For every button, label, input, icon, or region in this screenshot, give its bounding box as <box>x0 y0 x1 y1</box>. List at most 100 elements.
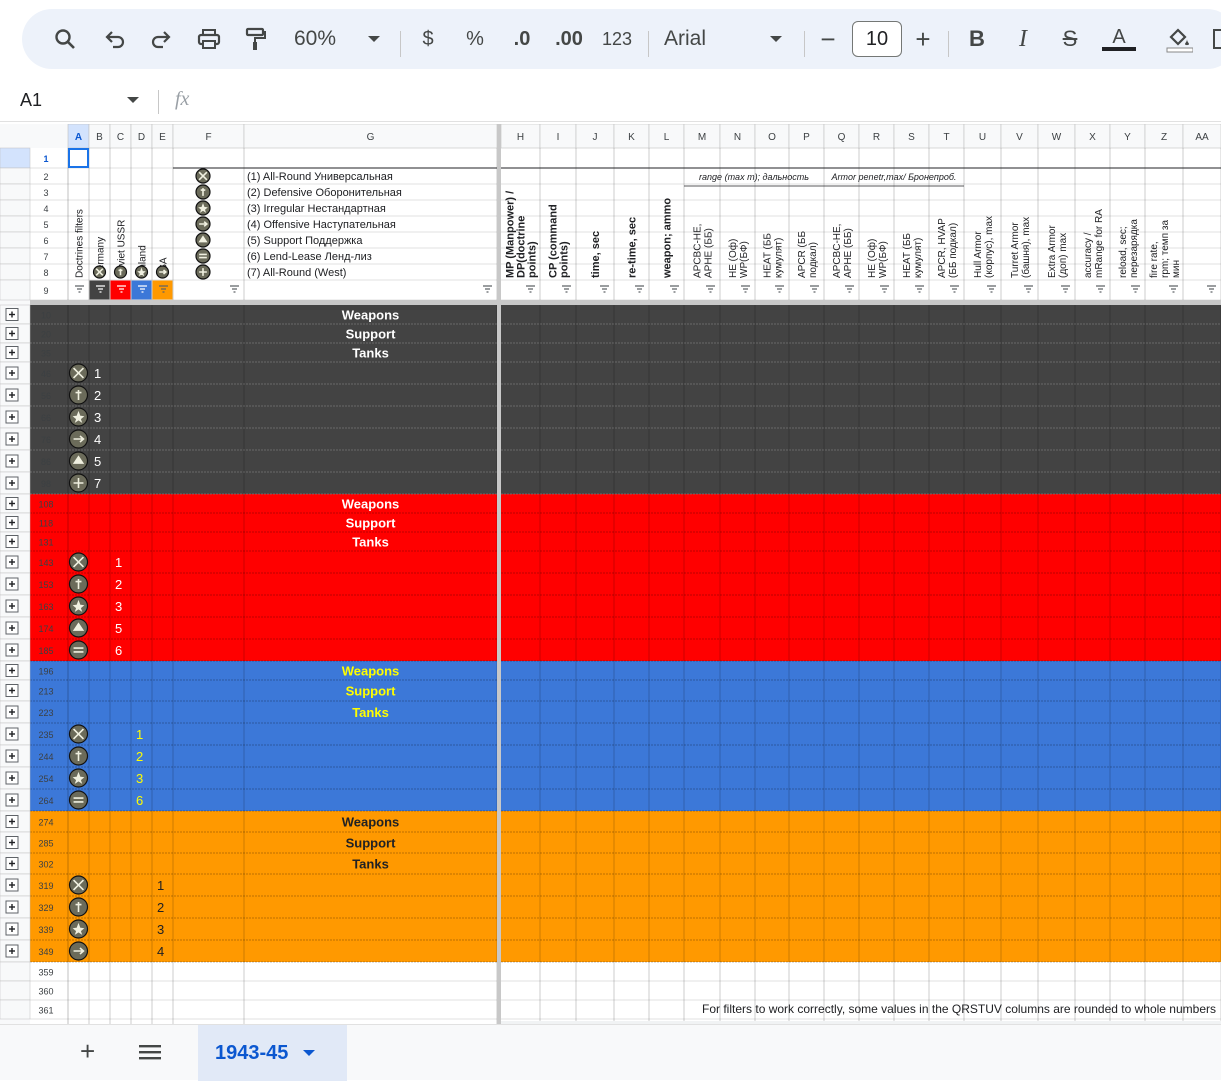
doctrine-icon-4 <box>155 265 170 279</box>
vertical-header-X: mRange for RA <box>1094 209 1105 278</box>
doctrine-icon-5 <box>195 232 211 248</box>
vertical-header-X: accuracy / <box>1083 232 1094 278</box>
selected-cell-a1[interactable] <box>68 148 89 168</box>
undo-icon[interactable] <box>100 9 130 69</box>
increase-font-size-button[interactable]: + <box>909 9 937 69</box>
doctrine-label-5: (5) Support Поддержка <box>247 235 363 247</box>
doctrine-label-1: (1) All-Round Универсальная <box>247 171 393 183</box>
doctrine-number: 2 <box>157 900 164 915</box>
row-header-361[interactable] <box>0 999 31 1020</box>
doctrine-number: 3 <box>115 599 122 614</box>
vertical-header-T: (ББ подкал) <box>948 223 959 278</box>
borders-icon[interactable] <box>1210 9 1221 69</box>
vertical-header-J: time, sec <box>590 231 602 278</box>
add-sheet-button[interactable]: + <box>80 1038 95 1064</box>
vertical-header-I: points) <box>559 241 571 278</box>
sheet-tab-1943-45[interactable]: 1943-45 <box>198 1025 347 1081</box>
currency-format-button[interactable]: $ <box>414 9 442 69</box>
vertical-header-O: HEAT (ББ <box>763 233 774 278</box>
column-header-label-O: O <box>768 132 776 143</box>
zoom-dropdown-icon[interactable] <box>364 9 384 69</box>
name-box[interactable]: A1 <box>20 90 110 111</box>
row-header-8[interactable] <box>0 263 31 281</box>
section-label-support: Support <box>346 684 396 699</box>
vertical-header-Z: fire rate, <box>1149 241 1160 278</box>
font-family-select[interactable]: Arial <box>664 9 724 69</box>
row-header-2[interactable] <box>0 167 31 185</box>
column-header-label-M: M <box>698 132 706 143</box>
doctrine-icon-2 <box>68 574 89 594</box>
decrease-font-size-button[interactable]: − <box>814 9 842 69</box>
filter-cell-P <box>789 280 824 300</box>
vertical-header-N: HE (Оф) <box>727 239 739 278</box>
doctrine-number: 2 <box>136 749 143 764</box>
filter-cell-J <box>576 280 614 300</box>
text-color-icon[interactable]: A <box>1101 9 1137 69</box>
doctrine-icon-1 <box>68 363 89 383</box>
row-header-6[interactable] <box>0 231 31 249</box>
doctrine-icon-4 <box>68 941 89 961</box>
row-number-6: 6 <box>43 236 48 246</box>
frozen-row-divider[interactable] <box>30 300 1221 305</box>
fill-color-icon[interactable] <box>1162 9 1196 69</box>
doctrine-number: 1 <box>136 727 143 742</box>
row-number-163: 163 <box>38 602 53 612</box>
section-label-weapons: Weapons <box>342 308 400 323</box>
doctrine-label-4: (4) Offensive Наступательная <box>247 219 396 231</box>
namebox-dropdown-icon[interactable] <box>126 92 140 110</box>
doctrine-number: 3 <box>94 410 101 425</box>
row-header-359[interactable] <box>0 961 31 982</box>
row-header-3[interactable] <box>0 183 31 201</box>
sheet-tab-dropdown-icon[interactable] <box>302 1048 316 1058</box>
italic-button[interactable]: I <box>1008 9 1038 69</box>
paint-format-icon[interactable] <box>240 9 270 69</box>
decrease-decimal-button[interactable]: .0 <box>505 9 539 69</box>
grid-canvas[interactable]: A B C D E F G H I J K L M N O P Q R S T U V W X Y Z AA123456789102… <box>0 124 1221 1024</box>
row-number-349: 349 <box>38 947 53 957</box>
row-number-35: 35 <box>41 349 51 359</box>
section-row-fill <box>30 513 1221 532</box>
doctrine-icon-1 <box>92 265 107 279</box>
row-number-359: 359 <box>38 968 53 978</box>
search-icon[interactable] <box>50 9 80 69</box>
all-sheets-menu-icon[interactable] <box>138 1043 162 1066</box>
print-icon[interactable] <box>194 9 224 69</box>
filter-cell-W <box>1038 280 1075 300</box>
more-formats-button[interactable]: 123 <box>600 9 634 69</box>
column-header-label-AA: AA <box>1195 132 1209 143</box>
row-number-235: 235 <box>38 730 53 740</box>
strikethrough-button[interactable]: S <box>1055 9 1085 69</box>
bold-button[interactable]: B <box>962 9 992 69</box>
row-header-7[interactable] <box>0 247 31 265</box>
section-row-fill <box>30 832 1221 853</box>
row-number-264: 264 <box>38 796 53 806</box>
redo-icon[interactable] <box>146 9 176 69</box>
row-number-4: 4 <box>43 204 48 214</box>
formula-input[interactable] <box>205 88 1205 116</box>
section-label-tanks: Tanks <box>352 705 389 720</box>
increase-decimal-button[interactable]: .00 <box>552 9 586 69</box>
row-number-302: 302 <box>38 860 53 870</box>
font-size-input[interactable]: 10 <box>852 21 902 57</box>
row-header-5[interactable] <box>0 215 31 233</box>
doctrine-icon-3 <box>68 596 89 616</box>
doctrine-label-2: (2) Defensive Оборонительная <box>247 187 402 199</box>
font-dropdown-icon[interactable] <box>766 9 786 69</box>
section-row-fill <box>30 896 1221 918</box>
percent-format-button[interactable]: % <box>460 9 490 69</box>
section-row-fill <box>30 874 1221 896</box>
frozen-column-divider[interactable] <box>497 124 501 1024</box>
zoom-value[interactable]: 60% <box>288 9 342 69</box>
vertical-header-Y: перезарядка <box>1129 219 1140 278</box>
row-header-1[interactable] <box>0 147 31 169</box>
section-row-fill <box>30 940 1221 962</box>
row-header-360[interactable] <box>0 980 31 1001</box>
row-header-9[interactable] <box>0 279 31 301</box>
section-row-fill <box>30 680 1221 701</box>
vertical-header-P: APCR (ББ <box>797 231 808 278</box>
row-header-4[interactable] <box>0 199 31 217</box>
filter-cell-H <box>501 280 540 300</box>
section-row-fill <box>30 789 1221 811</box>
spreadsheet-grid[interactable]: A B C D E F G H I J K L M N O P Q R S T U V W X Y Z AA 1 2 3 4 5 6 7 8 9 10 2… <box>0 124 1221 1024</box>
icon-badge <box>68 640 89 660</box>
